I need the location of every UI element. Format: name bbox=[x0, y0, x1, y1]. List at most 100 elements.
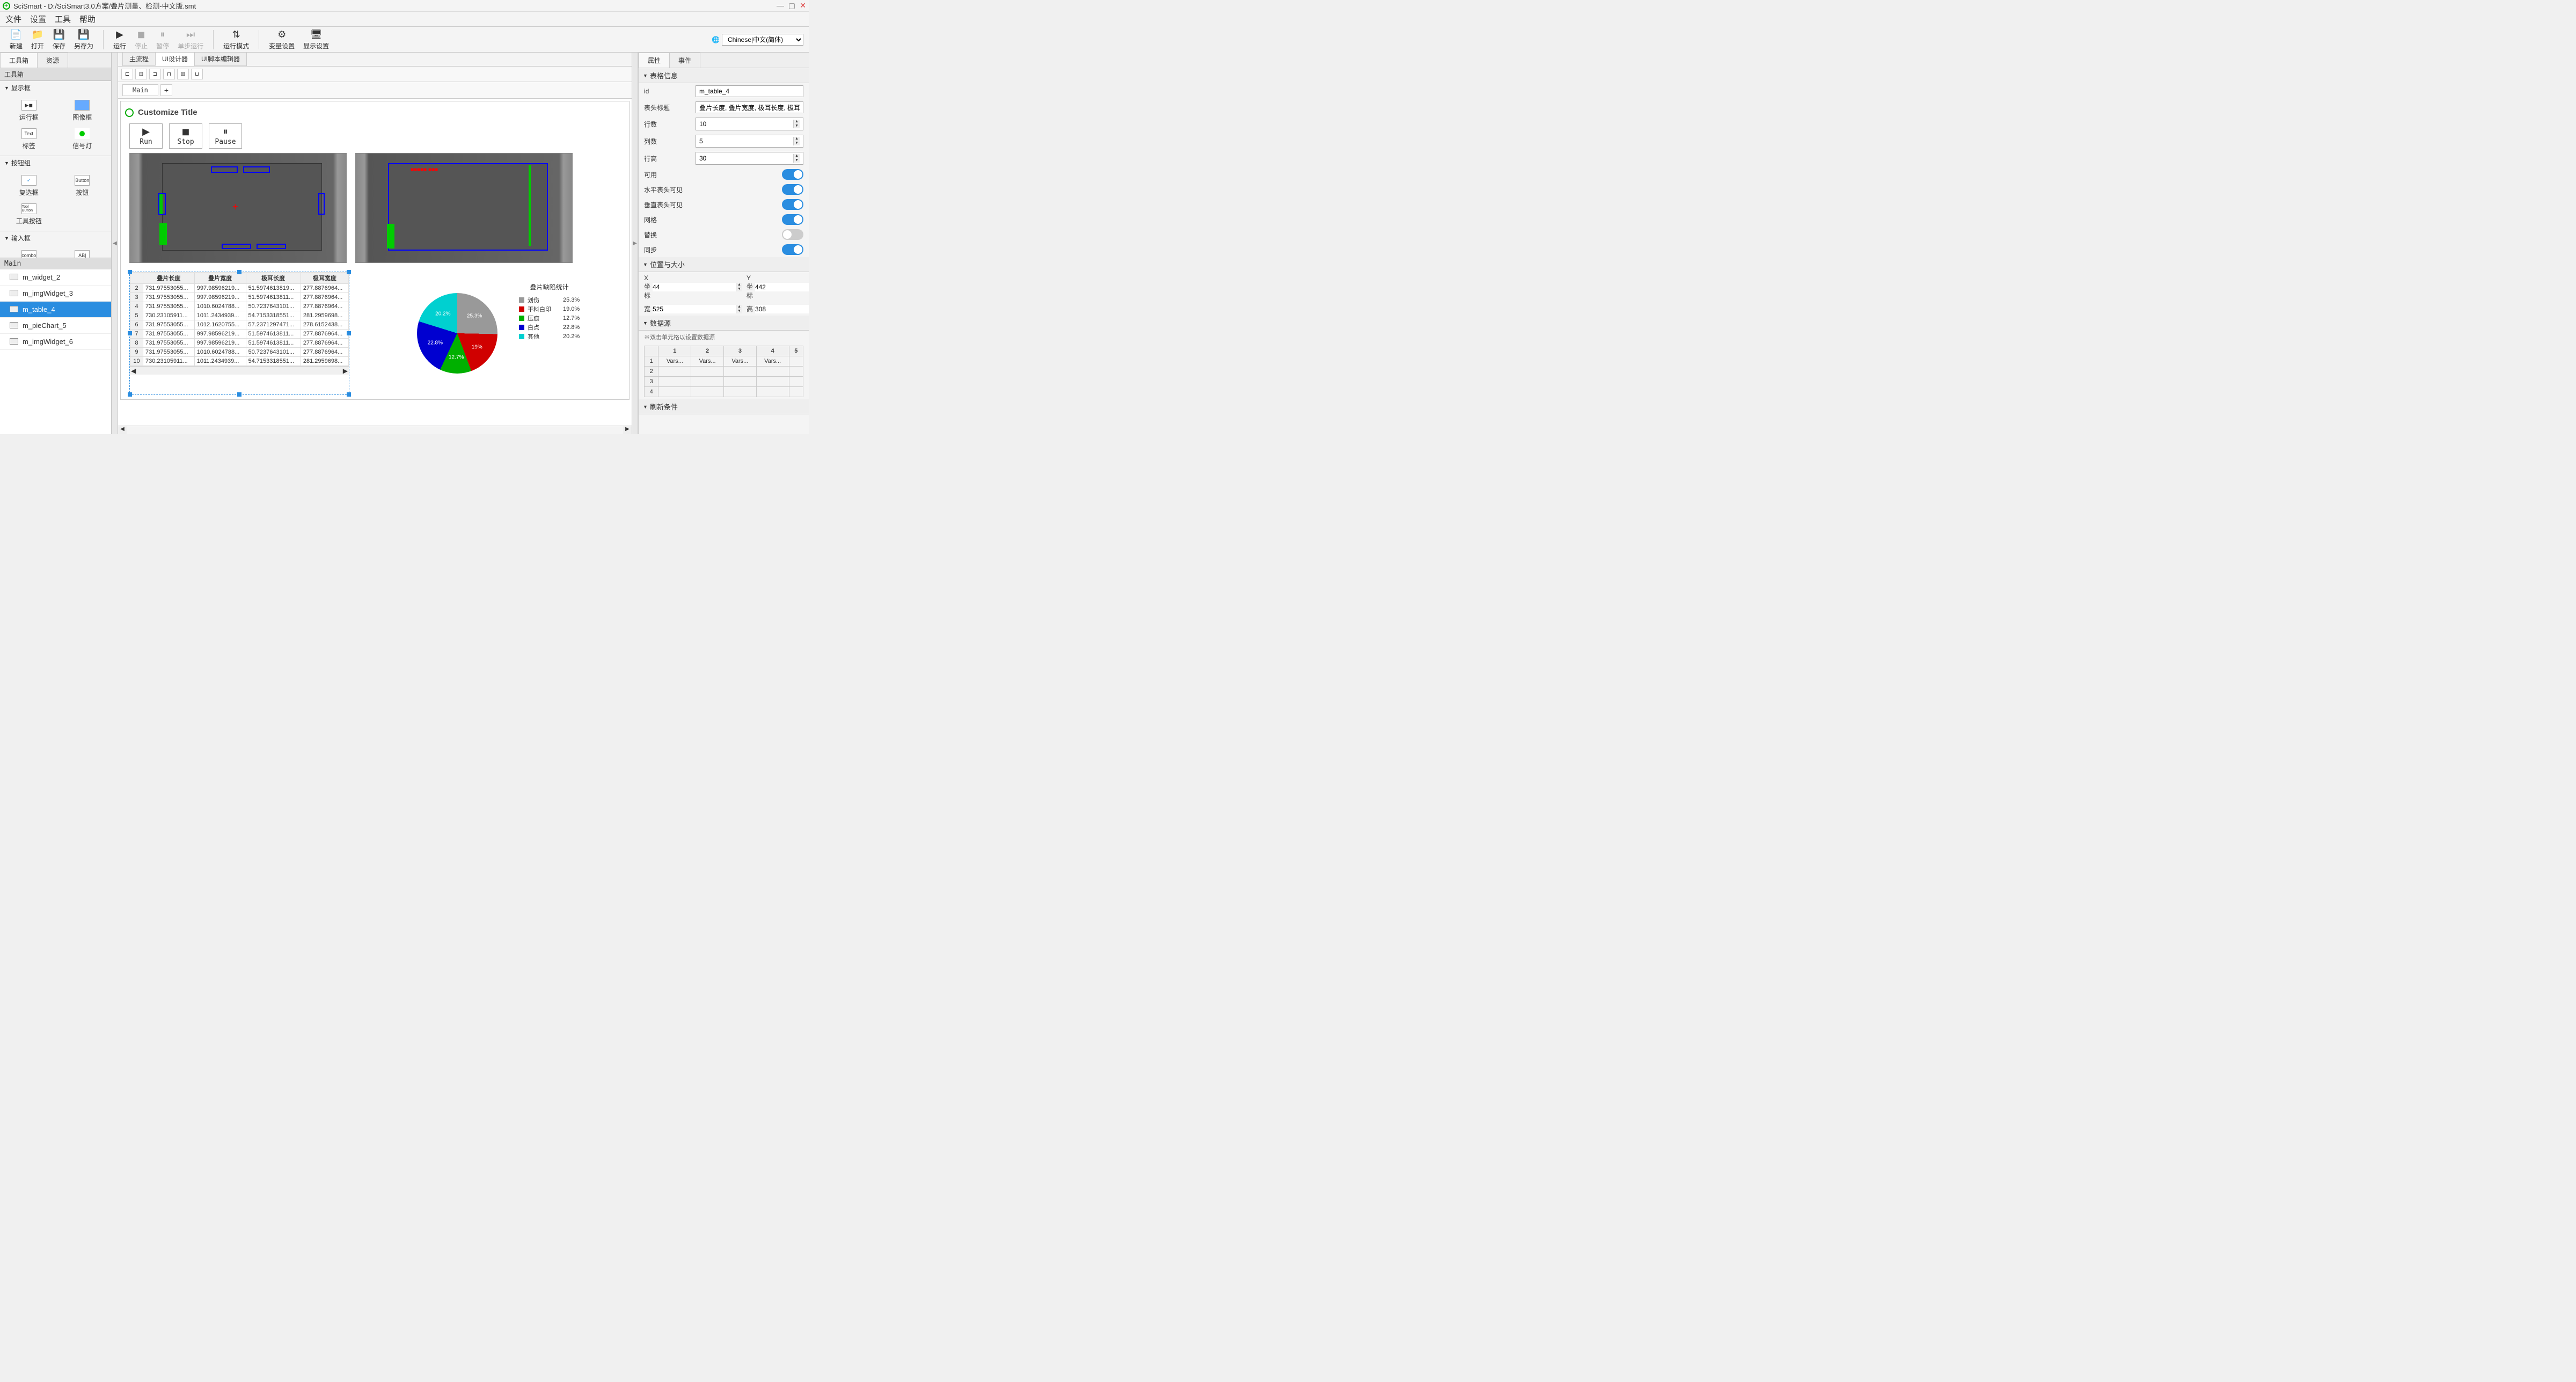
left-splitter[interactable]: ◀ bbox=[112, 53, 118, 434]
prop-rows-spinner[interactable]: ▲▼ bbox=[696, 118, 803, 130]
menu-file[interactable]: 文件 bbox=[5, 13, 21, 25]
prop-y-spinner[interactable]: ▲▼ bbox=[755, 283, 809, 291]
align-right-button[interactable]: ⊐ bbox=[149, 69, 161, 79]
tab-uidesigner[interactable]: UI设计器 bbox=[155, 53, 195, 66]
resize-handle[interactable] bbox=[347, 392, 351, 397]
legend-item: 干料白印19.0% bbox=[519, 305, 580, 313]
pause-button[interactable]: ⏸暂停 bbox=[156, 28, 169, 50]
save-button[interactable]: 💾保存 bbox=[53, 28, 65, 50]
page-tab-main[interactable]: Main bbox=[122, 84, 158, 96]
design-canvas[interactable]: Customize Title ▶Run ◼Stop ⏸Pause bbox=[120, 101, 630, 400]
menu-settings[interactable]: 设置 bbox=[30, 13, 46, 25]
pie-chart-widget[interactable]: 25.3%19%12.7%22.8%20.2% 叠片缺陷统计 划伤25.3%干料… bbox=[358, 272, 610, 395]
canvas-stop-button[interactable]: ◼Stop bbox=[169, 123, 202, 149]
prop-header-input[interactable] bbox=[696, 101, 803, 113]
align-left-button[interactable]: ⊏ bbox=[121, 69, 133, 79]
section-tableinfo[interactable]: 表格信息 bbox=[639, 68, 809, 83]
section-possize[interactable]: 位置与大小 bbox=[639, 257, 809, 272]
new-button[interactable]: 📄新建 bbox=[10, 28, 23, 50]
image-widget-1[interactable]: + bbox=[129, 153, 347, 263]
right-splitter[interactable]: ▶ bbox=[632, 53, 638, 434]
add-page-button[interactable]: + bbox=[160, 84, 172, 96]
stop-button[interactable]: ◼停止 bbox=[135, 28, 148, 50]
step-button[interactable]: ⏭单步运行 bbox=[178, 28, 203, 50]
prop-sync-toggle[interactable] bbox=[782, 244, 803, 255]
prop-w-spinner[interactable]: ▲▼ bbox=[653, 305, 742, 313]
run-button[interactable]: ▶运行 bbox=[113, 28, 126, 50]
tool-imagebox[interactable]: 图像框 bbox=[56, 97, 109, 125]
close-button[interactable]: ✕ bbox=[800, 1, 806, 10]
language-select[interactable]: Chinese|中文(简体) bbox=[722, 34, 803, 46]
tab-uiscript[interactable]: UI脚本编辑器 bbox=[194, 53, 247, 66]
prop-vheader-toggle[interactable] bbox=[782, 199, 803, 210]
runmode-button[interactable]: ⇅运行模式 bbox=[223, 28, 249, 50]
tab-toolbox[interactable]: 工具箱 bbox=[0, 53, 38, 68]
tab-mainflow[interactable]: 主流程 bbox=[122, 53, 156, 66]
section-datasrc[interactable]: 数据源 bbox=[639, 316, 809, 331]
resize-handle[interactable] bbox=[128, 392, 132, 397]
tool-label[interactable]: Text标签 bbox=[2, 125, 56, 153]
prop-enable-toggle[interactable] bbox=[782, 169, 803, 180]
tab-events[interactable]: 事件 bbox=[669, 53, 700, 68]
datasrc-table[interactable]: 12345 1Vars...Vars...Vars...Vars... 2 3 … bbox=[644, 346, 803, 397]
section-input[interactable]: 输入框 bbox=[0, 231, 111, 245]
hierarchy-item[interactable]: m_imgWidget_3 bbox=[0, 286, 111, 302]
legend-item: 其他20.2% bbox=[519, 332, 580, 341]
saveas-button[interactable]: 💾另存为 bbox=[74, 28, 93, 50]
hierarchy-item[interactable]: m_pieChart_5 bbox=[0, 318, 111, 334]
varset-button[interactable]: ⚙变量设置 bbox=[269, 28, 295, 50]
tool-signal[interactable]: 信号灯 bbox=[56, 125, 109, 153]
prop-hheader-toggle[interactable] bbox=[782, 184, 803, 195]
hierarchy-item[interactable]: m_imgWidget_6 bbox=[0, 334, 111, 350]
table-widget[interactable]: 叠片长度叠片宽度极耳长度极耳宽度2731.97553055...997.9859… bbox=[129, 272, 349, 395]
canvas-run-button[interactable]: ▶Run bbox=[129, 123, 163, 149]
align-hcenter-button[interactable]: ⊟ bbox=[135, 69, 147, 79]
resize-handle[interactable] bbox=[347, 331, 351, 335]
prop-h-spinner[interactable]: ▲▼ bbox=[755, 305, 809, 313]
tool-runbox[interactable]: ▶◼运行框 bbox=[2, 97, 56, 125]
align-vcenter-button[interactable]: ⊞ bbox=[177, 69, 189, 79]
tool-toolbutton[interactable]: Tool Button工具按钮 bbox=[2, 200, 56, 229]
prop-rowh-spinner[interactable]: ▲▼ bbox=[696, 152, 803, 165]
dispset-button[interactable]: 🖥显示设置 bbox=[303, 28, 329, 50]
resize-handle[interactable] bbox=[237, 392, 241, 397]
tool-button[interactable]: Button按钮 bbox=[56, 172, 109, 200]
tool-lineedit[interactable]: AB|线编辑框 bbox=[56, 247, 109, 258]
menu-help[interactable]: 帮助 bbox=[79, 13, 96, 25]
canvas-pause-button[interactable]: ⏸Pause bbox=[209, 123, 242, 149]
section-display[interactable]: 显示框 bbox=[0, 81, 111, 94]
menu-tools[interactable]: 工具 bbox=[55, 13, 71, 25]
resize-handle[interactable] bbox=[128, 270, 132, 274]
resize-handle[interactable] bbox=[128, 331, 132, 335]
prop-x-spinner[interactable]: ▲▼ bbox=[653, 283, 742, 291]
section-refresh[interactable]: 刷新条件 bbox=[639, 399, 809, 414]
hierarchy-title: Main bbox=[0, 258, 111, 269]
prop-id-input[interactable] bbox=[696, 85, 803, 97]
open-button[interactable]: 📁打开 bbox=[31, 28, 44, 50]
minimize-button[interactable]: — bbox=[777, 1, 784, 10]
tab-resources[interactable]: 资源 bbox=[37, 53, 68, 68]
prop-grid-toggle[interactable] bbox=[782, 214, 803, 225]
hierarchy-panel: Main m_widget_2m_imgWidget_3m_table_4m_p… bbox=[0, 258, 111, 435]
toolbox-header: 工具箱 bbox=[0, 68, 111, 81]
datasrc-hint: ※双击单元格以设置数据源 bbox=[639, 331, 809, 343]
hierarchy-item[interactable]: m_widget_2 bbox=[0, 269, 111, 286]
center-h-scrollbar[interactable]: ◀▶ bbox=[118, 426, 632, 434]
tool-combobox[interactable]: combo组合框 bbox=[2, 247, 56, 258]
hierarchy-item[interactable]: m_table_4 bbox=[0, 302, 111, 318]
image-widget-2[interactable]: ■■■■■ ■■■ bbox=[355, 153, 573, 263]
align-top-button[interactable]: ⊓ bbox=[163, 69, 175, 79]
tab-properties[interactable]: 属性 bbox=[639, 53, 670, 68]
legend-item: 压痕12.7% bbox=[519, 314, 580, 323]
data-table: 叠片长度叠片宽度极耳长度极耳宽度2731.97553055...997.9859… bbox=[130, 272, 349, 366]
maximize-button[interactable]: ▢ bbox=[788, 1, 795, 10]
resize-handle[interactable] bbox=[237, 270, 241, 274]
tool-checkbox[interactable]: ✓复选框 bbox=[2, 172, 56, 200]
prop-alt-toggle[interactable] bbox=[782, 229, 803, 240]
section-button[interactable]: 按钮组 bbox=[0, 156, 111, 170]
align-bottom-button[interactable]: ⊔ bbox=[191, 69, 203, 79]
resize-handle[interactable] bbox=[347, 270, 351, 274]
prop-cols-spinner[interactable]: ▲▼ bbox=[696, 135, 803, 148]
customize-title: Customize Title bbox=[138, 108, 197, 117]
table-h-scrollbar[interactable]: ◀▶ bbox=[130, 366, 349, 375]
